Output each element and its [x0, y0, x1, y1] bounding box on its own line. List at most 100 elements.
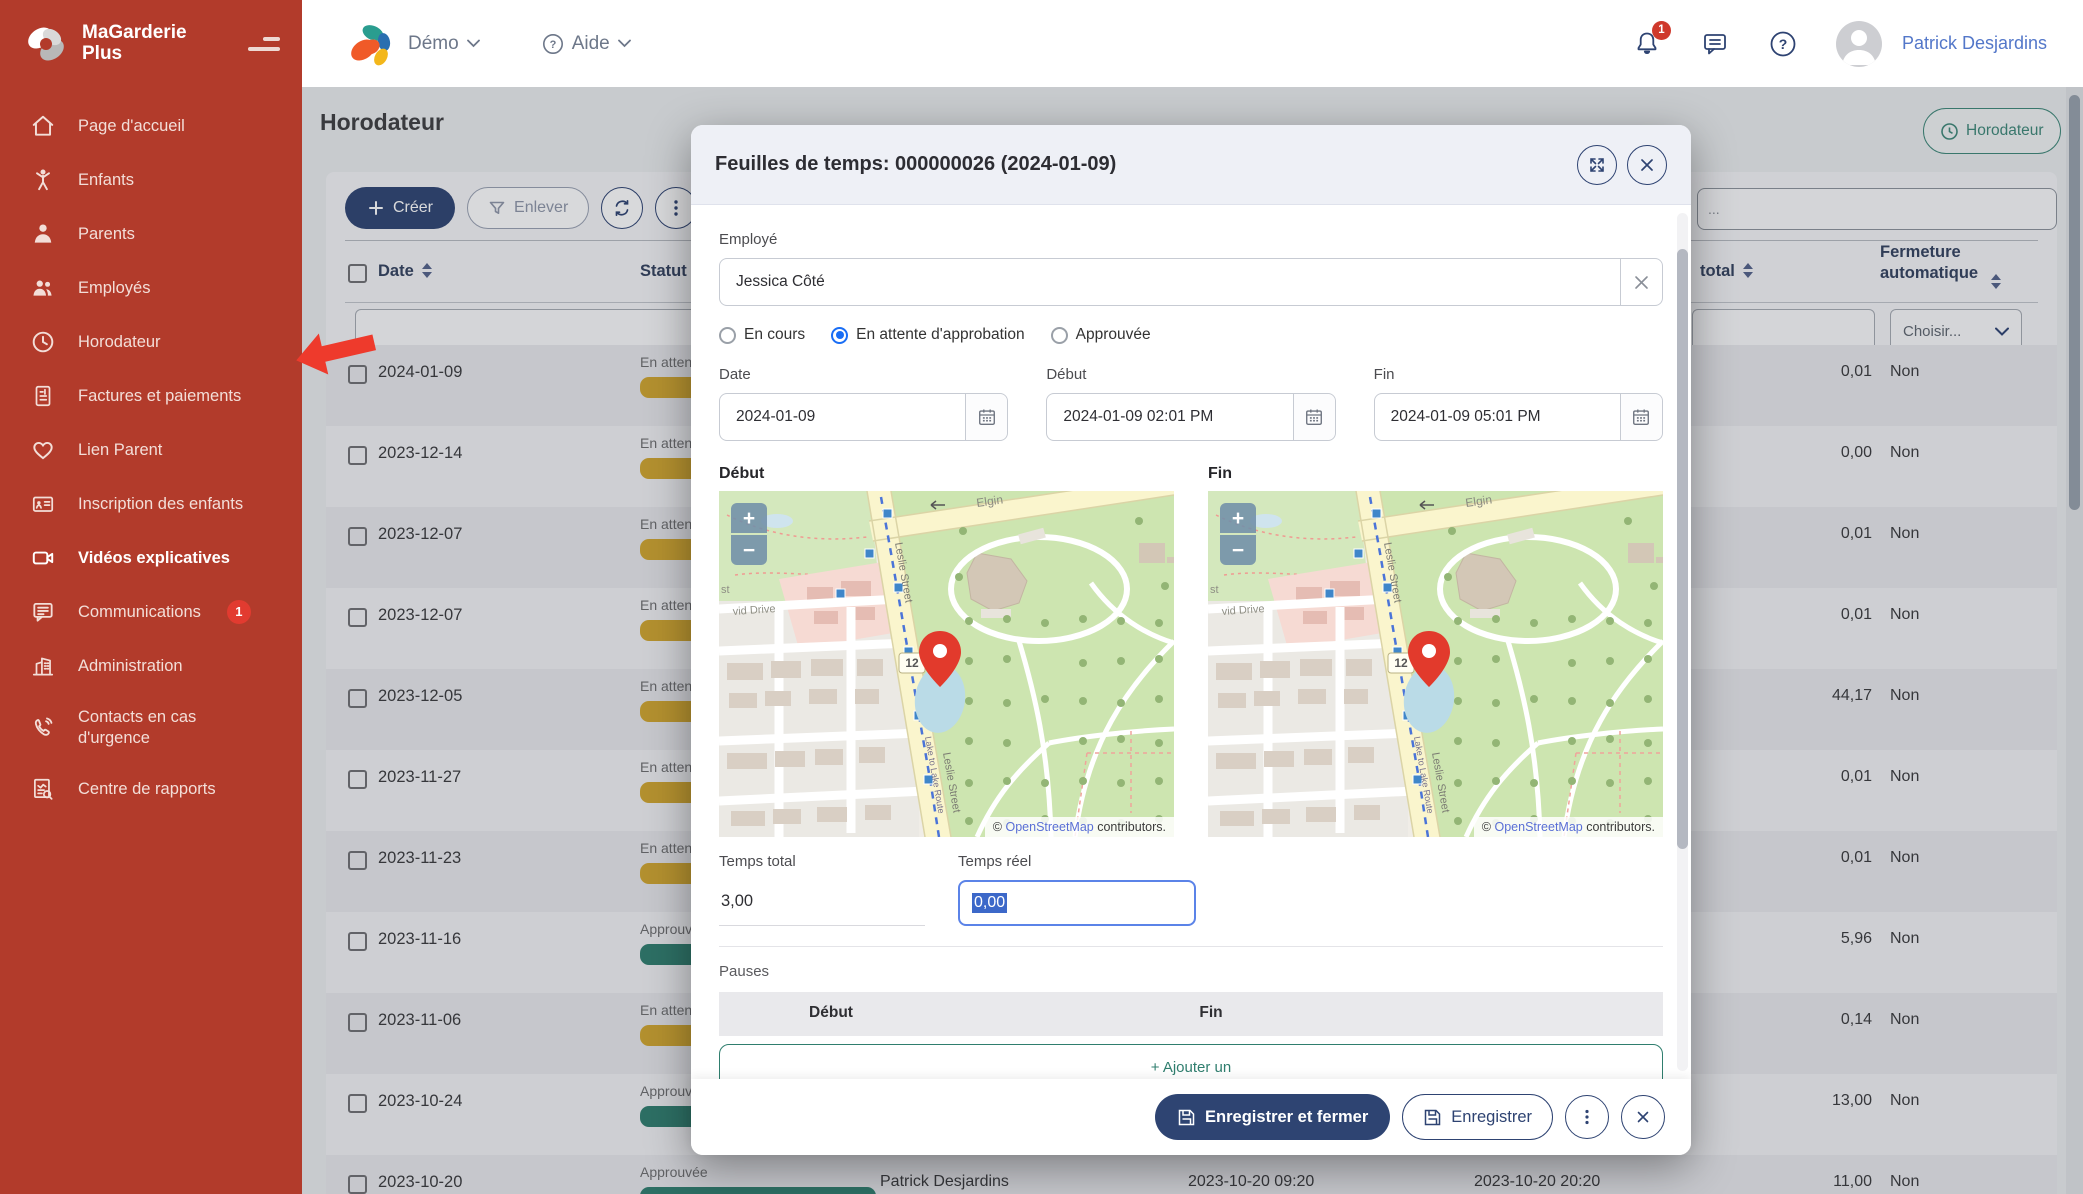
road-shield-12: 12 [1394, 656, 1408, 670]
sidebar-item-factures[interactable]: Factures et paiements [0, 369, 302, 423]
radio-dot [719, 327, 736, 344]
openstreetmap-canvas[interactable]: 12 Leslie Street Leslie Street Lake to L… [1208, 491, 1663, 837]
employe-field[interactable]: Jessica Côté [719, 258, 1663, 306]
sidebar-collapse-button[interactable] [248, 37, 280, 51]
parent-icon [30, 221, 56, 247]
openstreetmap-canvas[interactable]: 12 Leslie Street Leslie Street Lake to L… [719, 491, 1174, 837]
topbar: Démo ? Aide 1 [302, 0, 2083, 87]
invoice-icon [30, 383, 56, 409]
status-radio[interactable]: Approuvée [1051, 326, 1151, 344]
save-button[interactable]: Enregistrer [1402, 1094, 1553, 1140]
add-pause-button[interactable]: + Ajouter un [719, 1044, 1663, 1079]
notification-count-badge: 1 [1652, 21, 1671, 40]
chevron-down-icon [618, 39, 631, 48]
sidebar-item-enfants[interactable]: Enfants [0, 153, 302, 207]
radio-dot [831, 327, 848, 344]
fin-field[interactable]: 2024-01-09 05:01 PM [1374, 393, 1663, 441]
debut-field[interactable]: 2024-01-09 02:01 PM [1046, 393, 1335, 441]
sidebar-item-rapports[interactable]: Centre de rapports [0, 762, 302, 816]
map-zoom-in-button[interactable]: + [731, 503, 767, 533]
modal-close-button[interactable] [1621, 1095, 1665, 1139]
divider [719, 946, 1663, 947]
sidebar-item-accueil[interactable]: Page d'accueil [0, 99, 302, 153]
modal-body: Employé Jessica Côté En cours En attente… [691, 205, 1691, 1079]
close-icon [1638, 156, 1656, 174]
map-attribution: © OpenStreetMap contributors. [1474, 817, 1663, 837]
user-name[interactable]: Patrick Desjardins [1902, 33, 2047, 54]
pauses-table-header: Début Fin [719, 992, 1663, 1036]
sidebar-logo-row: MaGarderiePlus [0, 0, 302, 87]
svg-text:?: ? [549, 39, 556, 51]
modal-scrollbar[interactable] [1677, 213, 1688, 1071]
temps-total-value: 3,00 [719, 880, 925, 926]
sidebar: MaGarderiePlus Page d'accueil Enfants Pa… [0, 0, 302, 1194]
help-menu[interactable]: ? Aide [542, 33, 631, 55]
kebab-menu-icon [1578, 1108, 1596, 1126]
save-icon [1177, 1108, 1196, 1127]
modal-more-actions-button[interactable] [1565, 1095, 1609, 1139]
openstreetmap-link[interactable]: OpenStreetMap [1005, 820, 1093, 834]
map-debut[interactable]: 12 Leslie Street Leslie Street Lake to L… [719, 491, 1174, 837]
building-icon [30, 653, 56, 679]
sidebar-item-employes[interactable]: Employés [0, 261, 302, 315]
expand-icon [1588, 156, 1606, 174]
heart-icon [30, 437, 56, 463]
close-modal-button[interactable] [1627, 145, 1667, 185]
user-avatar[interactable] [1836, 21, 1882, 67]
svg-text:st: st [1210, 584, 1219, 596]
calendar-icon [977, 407, 997, 427]
app-logo-icon [22, 20, 70, 68]
status-radio[interactable]: En cours [719, 326, 805, 344]
map-attribution: © OpenStreetMap contributors. [985, 817, 1174, 837]
clock-icon [30, 329, 56, 355]
sidebar-item-lien-parent[interactable]: Lien Parent [0, 423, 302, 477]
clear-employe-button[interactable] [1620, 259, 1662, 305]
org-switcher[interactable]: Démo [408, 33, 480, 55]
debut-calendar-button[interactable] [1293, 394, 1335, 440]
close-icon [1634, 1108, 1652, 1126]
sidebar-item-inscription[interactable]: Inscription des enfants [0, 477, 302, 531]
sidebar-item-horodateur[interactable]: Horodateur [0, 315, 302, 369]
notifications-bell-icon[interactable]: 1 [1632, 29, 1662, 59]
help-icon[interactable]: ? [1768, 29, 1798, 59]
timesheet-modal: Feuilles de temps: 000000026 (2024-01-09… [691, 125, 1691, 1155]
modal-scrollbar-thumb[interactable] [1677, 249, 1688, 849]
modal-header: Feuilles de temps: 000000026 (2024-01-09… [691, 125, 1691, 205]
app-window: MaGarderiePlus Page d'accueil Enfants Pa… [0, 0, 2083, 1194]
messages-icon[interactable] [1700, 29, 1730, 59]
idcard-icon [30, 491, 56, 517]
save-and-close-button[interactable]: Enregistrer et fermer [1155, 1094, 1390, 1140]
temps-reel-label: Temps réel [958, 853, 1196, 870]
sidebar-item-parents[interactable]: Parents [0, 207, 302, 261]
date-field[interactable]: 2024-01-09 [719, 393, 1008, 441]
map-fin[interactable]: 12 Leslie Street Leslie Street Lake to L… [1208, 491, 1663, 837]
radio-dot [1051, 327, 1068, 344]
video-icon [30, 545, 56, 571]
status-radio[interactable]: En attente d'approbation [831, 326, 1024, 344]
expand-modal-button[interactable] [1577, 145, 1617, 185]
report-icon [30, 776, 56, 802]
date-calendar-button[interactable] [965, 394, 1007, 440]
pause-col-debut: Début [809, 1004, 853, 1022]
home-icon [30, 113, 56, 139]
map-zoom-out-button[interactable]: − [1220, 535, 1256, 565]
sidebar-item-communications[interactable]: Communications 1 [0, 585, 302, 639]
help-circle-icon: ? [542, 33, 564, 55]
date-label: Date [719, 366, 1008, 383]
calendar-icon [1631, 407, 1651, 427]
map-zoom-out-button[interactable]: − [731, 535, 767, 565]
modal-footer: Enregistrer et fermer Enregistrer [691, 1079, 1691, 1155]
road-shield-12: 12 [905, 656, 919, 670]
employe-label: Employé [719, 231, 1663, 248]
sidebar-item-contacts[interactable]: Contacts en cas d'urgence [0, 693, 302, 762]
svg-text:?: ? [1779, 36, 1788, 52]
sidebar-item-videos[interactable]: Vidéos explicatives [0, 531, 302, 585]
map-debut-label: Début [719, 465, 1174, 483]
map-fin-label: Fin [1208, 465, 1663, 483]
map-zoom-in-button[interactable]: + [1220, 503, 1256, 533]
fin-calendar-button[interactable] [1620, 394, 1662, 440]
temps-reel-input[interactable]: 0,00 [958, 880, 1196, 926]
chat-icon [30, 599, 56, 625]
openstreetmap-link[interactable]: OpenStreetMap [1494, 820, 1582, 834]
sidebar-item-administration[interactable]: Administration [0, 639, 302, 693]
